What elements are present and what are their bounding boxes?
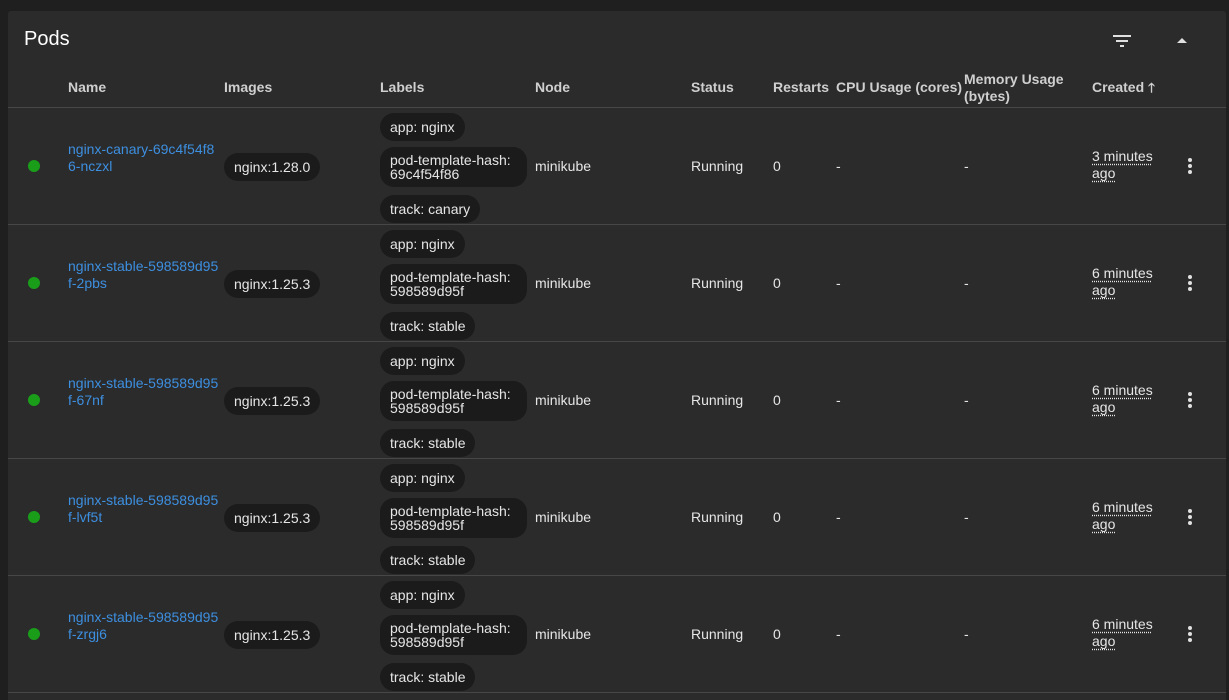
restarts-cell: 0 [773,158,781,174]
status-running-icon [28,628,40,640]
column-header-images[interactable]: Images [224,68,272,107]
labels-cell: app: nginx pod-template-hash: 598589d95f… [380,342,530,458]
column-header-status[interactable]: Status [691,68,734,107]
row-actions-button[interactable] [1174,618,1206,650]
node-cell[interactable]: minikube [535,342,591,458]
labels-cell: app: nginx pod-template-hash: 69c4f54f86… [380,108,530,224]
table-row: nginx-canary-69c4f54f86-nczxl nginx:1.28… [8,108,1226,225]
collapse-button[interactable] [1166,25,1198,57]
restarts-cell: 0 [773,275,781,291]
labels-cell: app: nginx pod-template-hash: 598589d95f… [380,459,530,575]
status-running-icon [28,277,40,289]
filter-button[interactable] [1106,25,1138,57]
column-header-memory[interactable]: Memory Usage (bytes) [964,68,1084,107]
created-time: 6 minutes ago [1092,499,1153,532]
column-header-restarts[interactable]: Restarts [773,68,829,107]
column-header-cpu[interactable]: CPU Usage (cores) [836,68,962,107]
restarts-cell: 0 [773,626,781,642]
filter-icon [1113,35,1131,47]
memory-cell: - [964,392,969,408]
table-header: Name Images Labels Node Status Restarts … [8,68,1226,108]
memory-cell: - [964,275,969,291]
row-actions-button[interactable] [1174,384,1206,416]
row-actions-button[interactable] [1174,150,1206,182]
memory-cell: - [964,626,969,642]
image-chip: nginx:1.25.3 [224,504,321,532]
label-chip: pod-template-hash: 598589d95f [380,498,527,538]
restarts-cell: 0 [773,509,781,525]
table-row: nginx-stable-598589d95f-2pbs nginx:1.25.… [8,225,1226,342]
restarts-cell: 0 [773,392,781,408]
pod-name-link[interactable]: nginx-canary-69c4f54f86-nczxl [68,141,220,193]
node-cell[interactable]: minikube [535,576,591,692]
status-running-icon [28,511,40,523]
table-row: nginx-stable-598589d95f-zrgj6 nginx:1.25… [8,576,1226,693]
pod-name-link[interactable]: nginx-stable-598589d95f-lvf5t [68,492,220,544]
label-chip: track: stable [380,546,476,574]
status-cell: Running [691,275,744,291]
label-chip: app: nginx [380,230,465,258]
status-cell: Running [691,392,744,408]
image-chip: nginx:1.25.3 [224,621,321,649]
label-chip: app: nginx [380,347,465,375]
more-vert-icon [1188,509,1192,525]
created-time: 6 minutes ago [1092,265,1153,298]
status-cell: Running [691,626,744,642]
label-chip: pod-template-hash: 598589d95f [380,615,527,655]
label-chip: pod-template-hash: 598589d95f [380,264,527,304]
column-header-labels[interactable]: Labels [380,68,424,107]
label-chip: track: stable [380,429,476,457]
status-running-icon [28,160,40,172]
memory-cell: - [964,158,969,174]
column-header-created[interactable]: Created 🡑 [1092,68,1155,107]
table-row: nginx-stable-598589d95f-67nf nginx:1.25.… [8,342,1226,459]
labels-cell: app: nginx pod-template-hash: 598589d95f… [380,576,530,692]
cpu-cell: - [836,158,841,174]
label-chip: app: nginx [380,113,465,141]
pod-name-link[interactable]: nginx-stable-598589d95f-67nf [68,375,220,427]
created-time: 3 minutes ago [1092,148,1153,181]
pod-name-link[interactable]: nginx-stable-598589d95f-zrgj6 [68,609,220,661]
more-vert-icon [1188,392,1192,408]
label-chip: track: canary [380,195,481,223]
node-cell[interactable]: minikube [535,459,591,575]
column-header-created-label: Created [1092,79,1145,95]
label-chip: pod-template-hash: 598589d95f [380,381,527,421]
image-chip: nginx:1.28.0 [224,153,321,181]
label-chip: track: stable [380,663,476,691]
row-actions-button[interactable] [1174,501,1206,533]
pods-card: Pods Name Images Labels Node Status Rest… [8,11,1226,700]
page-title: Pods [24,28,70,50]
chevron-up-icon [1177,38,1187,43]
labels-cell: app: nginx pod-template-hash: 598589d95f… [380,225,530,341]
status-cell: Running [691,509,744,525]
more-vert-icon [1188,275,1192,291]
cpu-cell: - [836,509,841,525]
label-chip: track: stable [380,312,476,340]
created-time: 6 minutes ago [1092,616,1153,649]
column-header-node[interactable]: Node [535,68,570,107]
cpu-cell: - [836,626,841,642]
image-chip: nginx:1.25.3 [224,270,321,298]
more-vert-icon [1188,626,1192,642]
label-chip: pod-template-hash: 69c4f54f86 [380,147,527,187]
status-cell: Running [691,158,744,174]
node-cell[interactable]: minikube [535,108,591,224]
more-vert-icon [1188,158,1192,174]
arrow-up-icon: 🡑 [1148,80,1155,95]
row-actions-button[interactable] [1174,267,1206,299]
node-cell[interactable]: minikube [535,225,591,341]
image-chip: nginx:1.25.3 [224,387,321,415]
label-chip: app: nginx [380,581,465,609]
pod-name-link[interactable]: nginx-stable-598589d95f-2pbs [68,258,220,310]
memory-cell: - [964,509,969,525]
table-row: nginx-stable-598589d95f-lvf5t nginx:1.25… [8,459,1226,576]
cpu-cell: - [836,392,841,408]
column-header-name[interactable]: Name [68,68,106,107]
created-time: 6 minutes ago [1092,382,1153,415]
cpu-cell: - [836,275,841,291]
label-chip: app: nginx [380,464,465,492]
status-running-icon [28,394,40,406]
card-header: Pods [8,11,1226,68]
